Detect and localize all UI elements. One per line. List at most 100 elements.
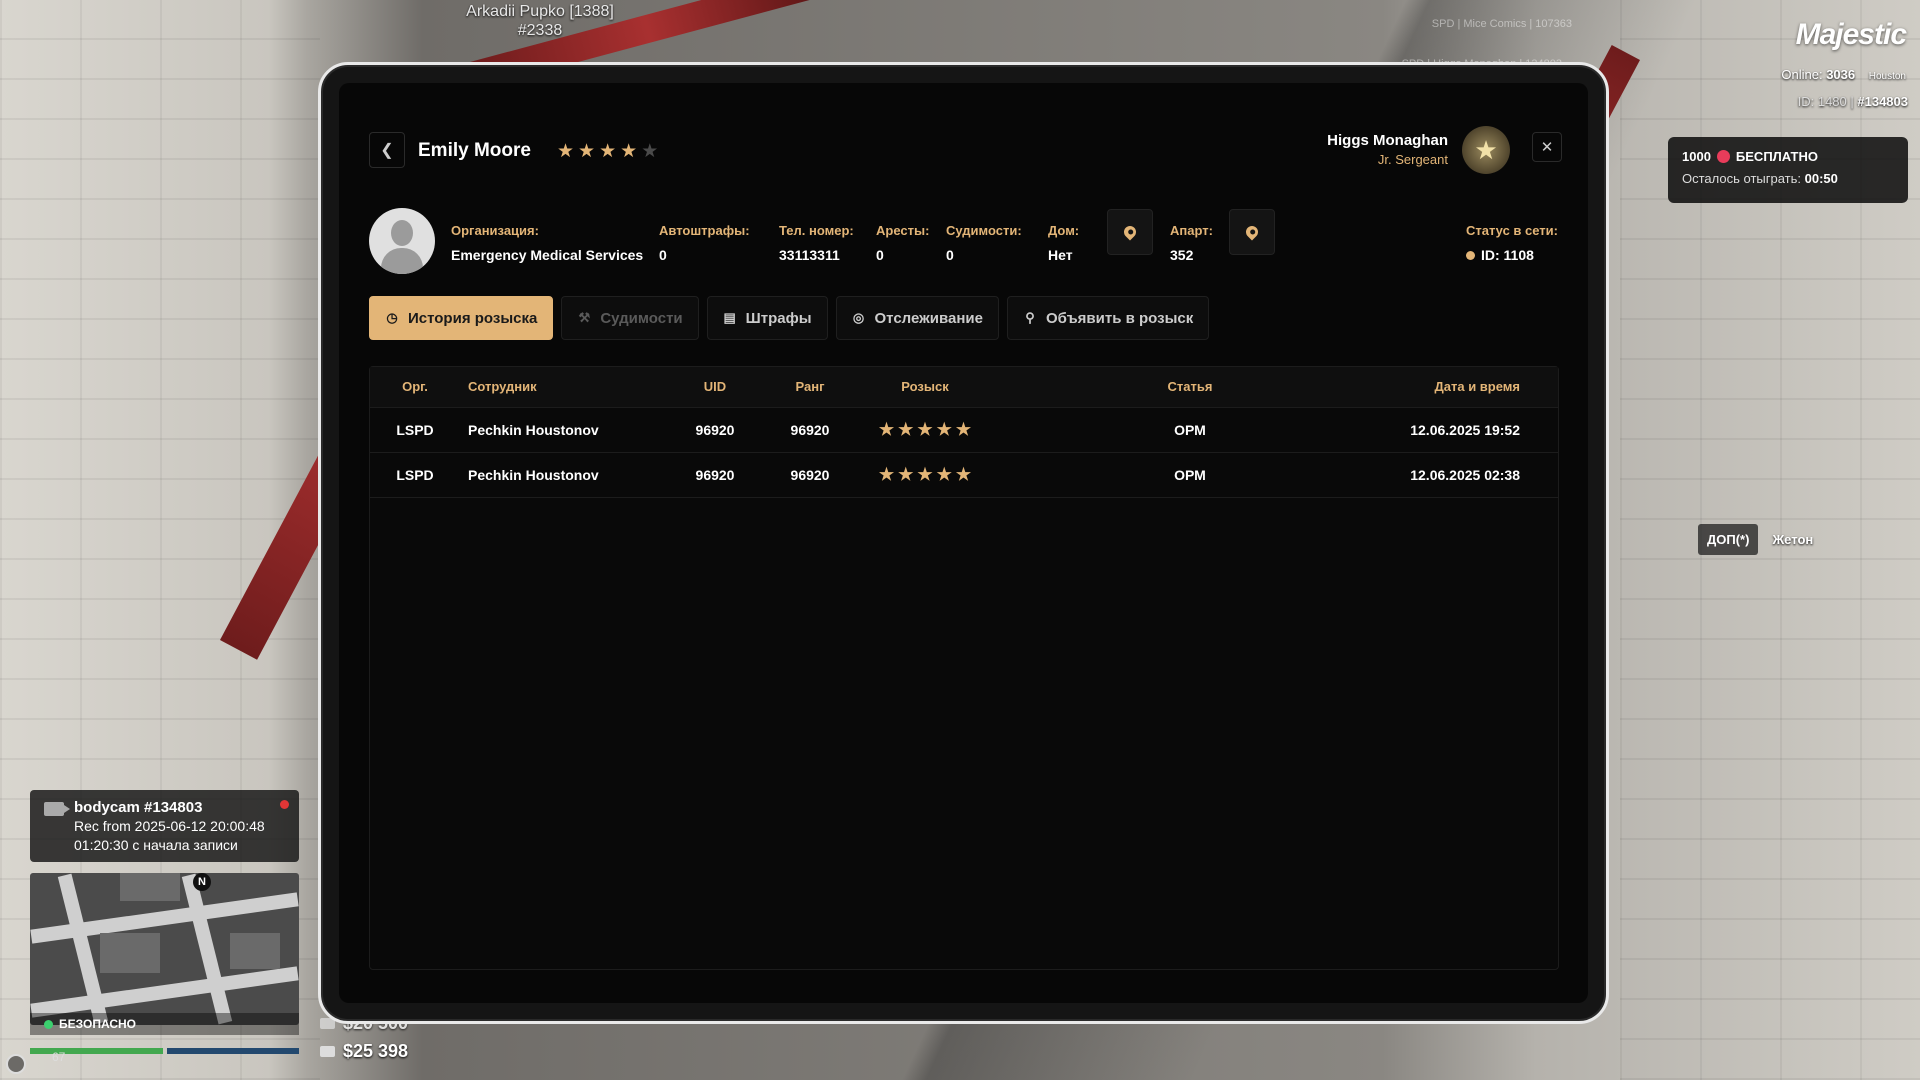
cell-employee: Pechkin Houstonov [468, 421, 599, 438]
star-filled-icon: ★ [578, 141, 596, 162]
phone-value: 33113311 [779, 247, 840, 263]
col-employee: Сотрудник [468, 379, 537, 395]
star-filled-icon: ★ [955, 464, 972, 484]
col-rank: Ранг [795, 379, 825, 395]
info-phone: Тел. номер: 33113311 [779, 223, 854, 263]
tab-label: Отслеживание [874, 309, 983, 327]
apart-locate-button[interactable] [1229, 209, 1275, 255]
avatar [369, 208, 435, 274]
back-button[interactable]: ❮ [369, 132, 405, 168]
wanted-level-stars: ★ ★ ★ ★ ★ [557, 140, 658, 163]
row-wanted-stars: ★ ★ ★ ★ ★ [879, 420, 971, 440]
info-org: Организация: Emergency Medical Services [451, 223, 643, 263]
player-tag-id: #2338 [517, 22, 563, 39]
cell-wanted: ★ ★ ★ ★ ★ [860, 407, 990, 452]
player-hash: #134803 [1857, 94, 1908, 109]
star-filled-icon: ★ [917, 419, 933, 439]
star-filled-icon: ★ [878, 464, 895, 484]
house-value: Нет [1048, 247, 1073, 263]
tracking-icon: ◎ [852, 310, 865, 325]
safe-dot-icon [44, 1019, 53, 1029]
cell-datetime: 12.06.2025 19:52 [1410, 421, 1520, 438]
cell-datetime: 12.06.2025 02:38 [1410, 466, 1520, 483]
tab-label: Судимости [600, 309, 683, 327]
info-fines: Автоштрафы: 0 [659, 223, 750, 263]
cell-org: LSPD [396, 466, 434, 483]
cell-uid: 96920 [695, 466, 735, 483]
clock-icon: ◷ [386, 310, 398, 325]
tab-label: История розыска [408, 309, 538, 327]
cell-article: ОРМ [1174, 466, 1206, 483]
apart-value: 352 [1170, 247, 1194, 263]
police-tablet: ❮ Emily Moore ★ ★ ★ ★ ★ Higgs Monaghan Jr. S… [318, 62, 1609, 1024]
apart-label: Апарт: [1170, 223, 1213, 238]
col-org: Орг. [402, 379, 428, 395]
star-empty-icon: ★ [641, 141, 659, 162]
camera-icon [44, 802, 70, 816]
faded-notice-1: SPD | Mice Comics | 107363 [1431, 18, 1572, 30]
server-name: Houston [1868, 71, 1906, 82]
table-header: Орг. Сотрудник UID Ранг Розыск Статья Да… [370, 367, 1558, 407]
armor-bar [166, 1048, 299, 1054]
health-bar [30, 1048, 163, 1054]
cell-rank: 96920 [790, 421, 830, 438]
tab-fines[interactable]: ▤ Штрафы [706, 296, 828, 340]
search-doc-icon: ⚲ [1025, 310, 1035, 325]
cell-rank: 96920 [790, 466, 830, 483]
rec-indicator [280, 800, 289, 809]
officer-rank: Jr. Sergeant [1377, 152, 1448, 167]
status-label: Статус в сети: [1465, 223, 1558, 238]
person-name: Emily Moore [418, 140, 531, 161]
tab-wanted-history[interactable]: ◷ История розыска [369, 296, 554, 340]
info-apart: Апарт: 352 [1170, 223, 1213, 263]
settings-icon[interactable] [6, 1054, 26, 1074]
officer-info: Higgs Monaghan Jr. Sergeant [1327, 132, 1448, 167]
star-filled-icon: ★ [936, 419, 952, 439]
house-locate-button[interactable] [1107, 209, 1153, 255]
promo-amount: 1000 [1682, 149, 1711, 164]
promo-panel: 1000 БЕСПЛАТНО Осталось отыграть: 00:50 [1668, 137, 1908, 203]
cell-wanted: ★ ★ ★ ★ ★ [860, 452, 990, 497]
close-button[interactable]: ✕ [1532, 132, 1562, 162]
tab-convictions[interactable]: ⚒ Судимости [561, 296, 699, 340]
cell-org: LSPD [396, 421, 434, 438]
safe-label: БЕЗОПАСНО [59, 1017, 136, 1031]
dop-key[interactable]: ДОП(*) [1698, 524, 1759, 555]
minimap[interactable]: N [30, 873, 299, 1025]
tablet-screen: ❮ Emily Moore ★ ★ ★ ★ ★ Higgs Monaghan Jr. S… [339, 83, 1588, 1003]
player-tag: Arkadii Pupko [1388] #2338 [440, 2, 640, 40]
bank-value: $25 398 [343, 1041, 409, 1061]
info-house: Дом: Нет [1048, 223, 1079, 263]
info-convictions: Судимости: 0 [946, 223, 1022, 263]
cell-article: ОРМ [1174, 421, 1206, 438]
table-row[interactable]: LSPD Pechkin Houstonov 96920 96920 ★ ★ ★ ★ ★… [370, 407, 1558, 452]
tab-declare-wanted[interactable]: ⚲ Объявить в розыск [1007, 296, 1210, 340]
info-arrests: Аресты: 0 [876, 223, 929, 263]
online-count: 3036 [1826, 67, 1856, 82]
org-label: Организация: [451, 223, 539, 238]
token-key[interactable]: Жетон [1768, 524, 1817, 555]
online-status: Статус в сети: ID: 1108 [1465, 223, 1558, 263]
online-label: Online: [1781, 67, 1823, 82]
tab-tracking[interactable]: ◎ Отслеживание [835, 296, 999, 340]
star-filled-icon: ★ [898, 464, 914, 484]
bodycam-title: bodycam #134803 [74, 799, 203, 816]
promo-remaining-label: Осталось отыграть: [1682, 171, 1801, 186]
card-icon [320, 1046, 335, 1057]
arrests-label: Аресты: [876, 223, 930, 238]
player-id-line: ID: 1480 | #134803 [1798, 94, 1908, 109]
status-bars [30, 1048, 299, 1054]
star-filled-icon: ★ [936, 464, 952, 484]
promo-free: БЕСПЛАТНО [1735, 149, 1818, 164]
gavel-icon: ⚒ [578, 310, 591, 325]
health-value: 67 [52, 1050, 66, 1064]
promo-remaining-time: 00:50 [1804, 171, 1838, 186]
arrests-value: 0 [876, 247, 884, 263]
col-article: Статья [1167, 379, 1213, 395]
online-counter: Online: 3036 Houston [1781, 67, 1906, 82]
map-pin-icon [1121, 223, 1139, 241]
side-keys: ДОП(*) Жетон [1698, 524, 1817, 555]
table-row[interactable]: LSPD Pechkin Houstonov 96920 96920 ★ ★ ★ ★ ★… [370, 452, 1558, 497]
wanted-history-table: Орг. Сотрудник UID Ранг Розыск Статья Да… [369, 366, 1559, 970]
chevron-left-icon: ❮ [380, 142, 394, 159]
